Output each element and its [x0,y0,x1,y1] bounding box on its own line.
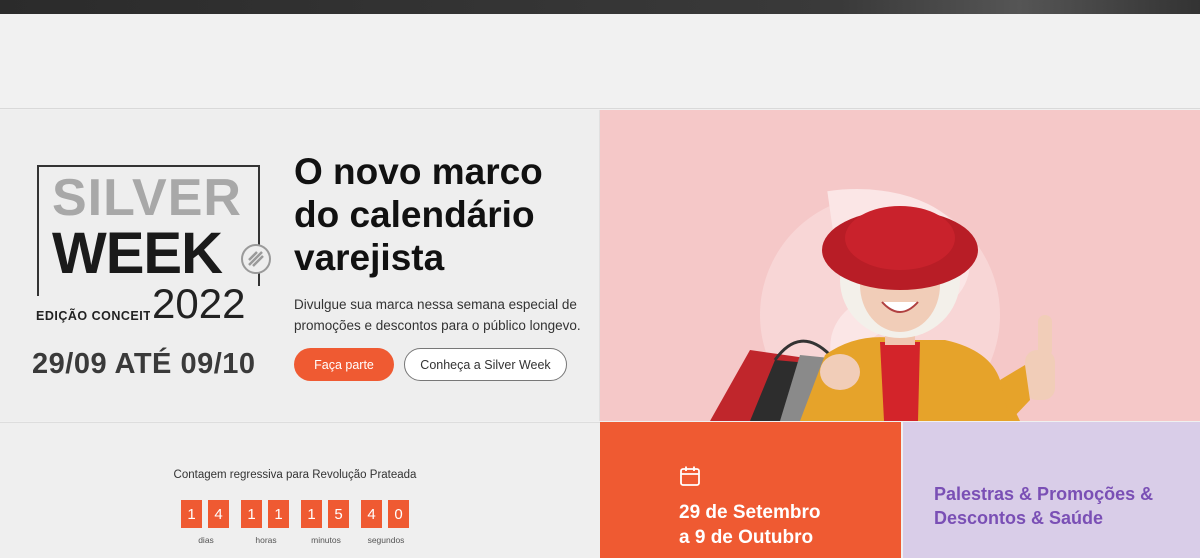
logo-edition-text: EDIÇÃO CONCEITO [36,309,162,323]
hero-image [600,110,1200,421]
countdown-digit: 1 [268,500,289,528]
event-date-range: 29/09 ATÉ 09/10 [32,348,256,380]
countdown-panel: Contagem regressiva para Revolução Prate… [0,422,600,558]
header-strip [0,14,1200,109]
learn-more-button[interactable]: Conheça a Silver Week [404,348,567,381]
topics-panel: Palestras & Promoções & Descontos & Saúd… [903,422,1200,558]
topics-text: Palestras & Promoções & Descontos & Saúd… [934,482,1194,530]
elderly-woman-illustration [710,189,1055,421]
countdown-digit: 4 [361,500,382,528]
countdown-label-hours: horas [255,535,277,545]
logo-year-text: 2022 [152,280,246,327]
logo-week-text: WEEK [52,221,223,286]
countdown-digit: 1 [181,500,202,528]
leaf-emblem-icon [241,244,271,274]
top-bar [0,0,1200,14]
countdown-label-seconds: segundos [367,535,405,545]
countdown-digit: 0 [388,500,409,528]
countdown-digit: 1 [241,500,262,528]
calendar-icon [680,466,700,486]
countdown-title: Contagem regressiva para Revolução Prate… [173,469,417,481]
countdown-label-minutes: minutos [311,535,341,545]
hero-left-panel: SILVER WEEK EDIÇÃO CONCEITO 2022 29/09 A… [0,110,600,421]
hero-headline: O novo marco do calendário varejista [294,151,543,278]
logo-silver-text: SILVER [52,169,242,227]
countdown-digit: 5 [328,500,349,528]
countdown-digit: 1 [301,500,322,528]
topics-line1: Palestras & Promoções & [934,484,1154,504]
event-dates-panel: 29 de Setembro a 9 de Outubro [600,422,901,558]
topics-line2: Descontos & Saúde [934,508,1104,528]
join-button[interactable]: Faça parte [294,348,394,381]
countdown-label-days: dias [198,535,214,545]
event-dates-text: 29 de Setembro a 9 de Outubro [679,500,821,550]
event-dates-line2: a 9 de Outubro [679,527,814,548]
hero-description: Divulgue sua marca nessa semana especial… [294,297,581,333]
event-dates-line1: 29 de Setembro [679,502,821,523]
countdown-digit: 4 [208,500,229,528]
